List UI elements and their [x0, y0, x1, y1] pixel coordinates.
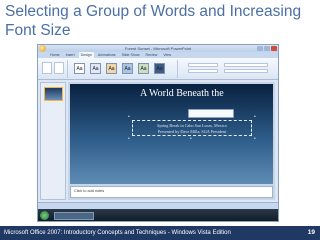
slide-thumbnail[interactable]	[44, 87, 63, 101]
sizing-handle[interactable]: •	[128, 114, 130, 120]
taskbar-item[interactable]	[54, 212, 94, 220]
subtitle-line: Spring Break in Cabo San Lucas, Mexico	[157, 123, 227, 128]
window-titlebar: Forest Sunset - Microsoft PowerPoint	[38, 45, 278, 52]
theme-thumbnail[interactable]: Aa	[74, 63, 85, 74]
ribbon: Aa Aa Aa Aa Aa Aa	[38, 58, 278, 80]
slide-orientation-button[interactable]	[54, 62, 64, 74]
colors-button[interactable]	[188, 63, 218, 67]
theme-thumbnail[interactable]: Aa	[154, 63, 165, 74]
themes-group: Aa Aa Aa Aa Aa Aa	[70, 60, 178, 78]
notes-placeholder: Click to add notes	[74, 189, 105, 193]
start-button-icon[interactable]	[40, 211, 49, 220]
hide-background-checkbox[interactable]	[224, 69, 268, 73]
theme-thumbnail[interactable]: Aa	[106, 63, 117, 74]
powerpoint-screenshot: Forest Sunset - Microsoft PowerPoint Hom…	[37, 44, 279, 222]
background-group	[184, 60, 274, 78]
page-setup-button[interactable]	[42, 62, 52, 74]
status-bar	[38, 202, 278, 209]
windows-taskbar	[38, 209, 278, 221]
theme-thumbnail[interactable]: Aa	[122, 63, 133, 74]
subtitle-line: Presented by Dave Milla, SGA President	[157, 129, 227, 134]
page-number: 19	[307, 229, 315, 236]
slide-heading[interactable]: A World Beneath the	[140, 88, 270, 99]
sizing-handle[interactable]: •	[254, 114, 256, 120]
slide-canvas[interactable]: A World Beneath the Spring Break in Cabo…	[70, 84, 273, 184]
fonts-button[interactable]	[188, 69, 218, 73]
notes-pane[interactable]: Click to add notes	[70, 186, 273, 198]
slides-panel	[40, 82, 66, 200]
office-button-icon[interactable]	[39, 45, 46, 52]
close-icon[interactable]	[271, 46, 277, 51]
window-title: Forest Sunset - Microsoft PowerPoint	[124, 46, 192, 51]
background-styles-button[interactable]	[224, 63, 268, 67]
maximize-icon[interactable]	[264, 46, 270, 51]
page-title: Selecting a Group of Words and Increasin…	[5, 3, 302, 39]
sizing-handle[interactable]: •	[190, 136, 192, 142]
page-setup-group	[40, 60, 68, 78]
theme-thumbnail[interactable]: Aa	[90, 63, 101, 74]
subtitle-placeholder[interactable]: Spring Break in Cabo San Lucas, Mexico P…	[132, 120, 252, 136]
mini-toolbar[interactable]	[188, 109, 234, 118]
footer-text: Microsoft Office 2007: Introductory Conc…	[4, 230, 231, 236]
slide-workspace: A World Beneath the Spring Break in Cabo…	[68, 82, 275, 200]
theme-thumbnail[interactable]: Aa	[138, 63, 149, 74]
footer-bar: Microsoft Office 2007: Introductory Conc…	[0, 226, 320, 240]
window-controls	[257, 46, 277, 51]
minimize-icon[interactable]	[257, 46, 263, 51]
sizing-handle[interactable]: •	[128, 136, 130, 142]
sizing-handle[interactable]: •	[254, 136, 256, 142]
